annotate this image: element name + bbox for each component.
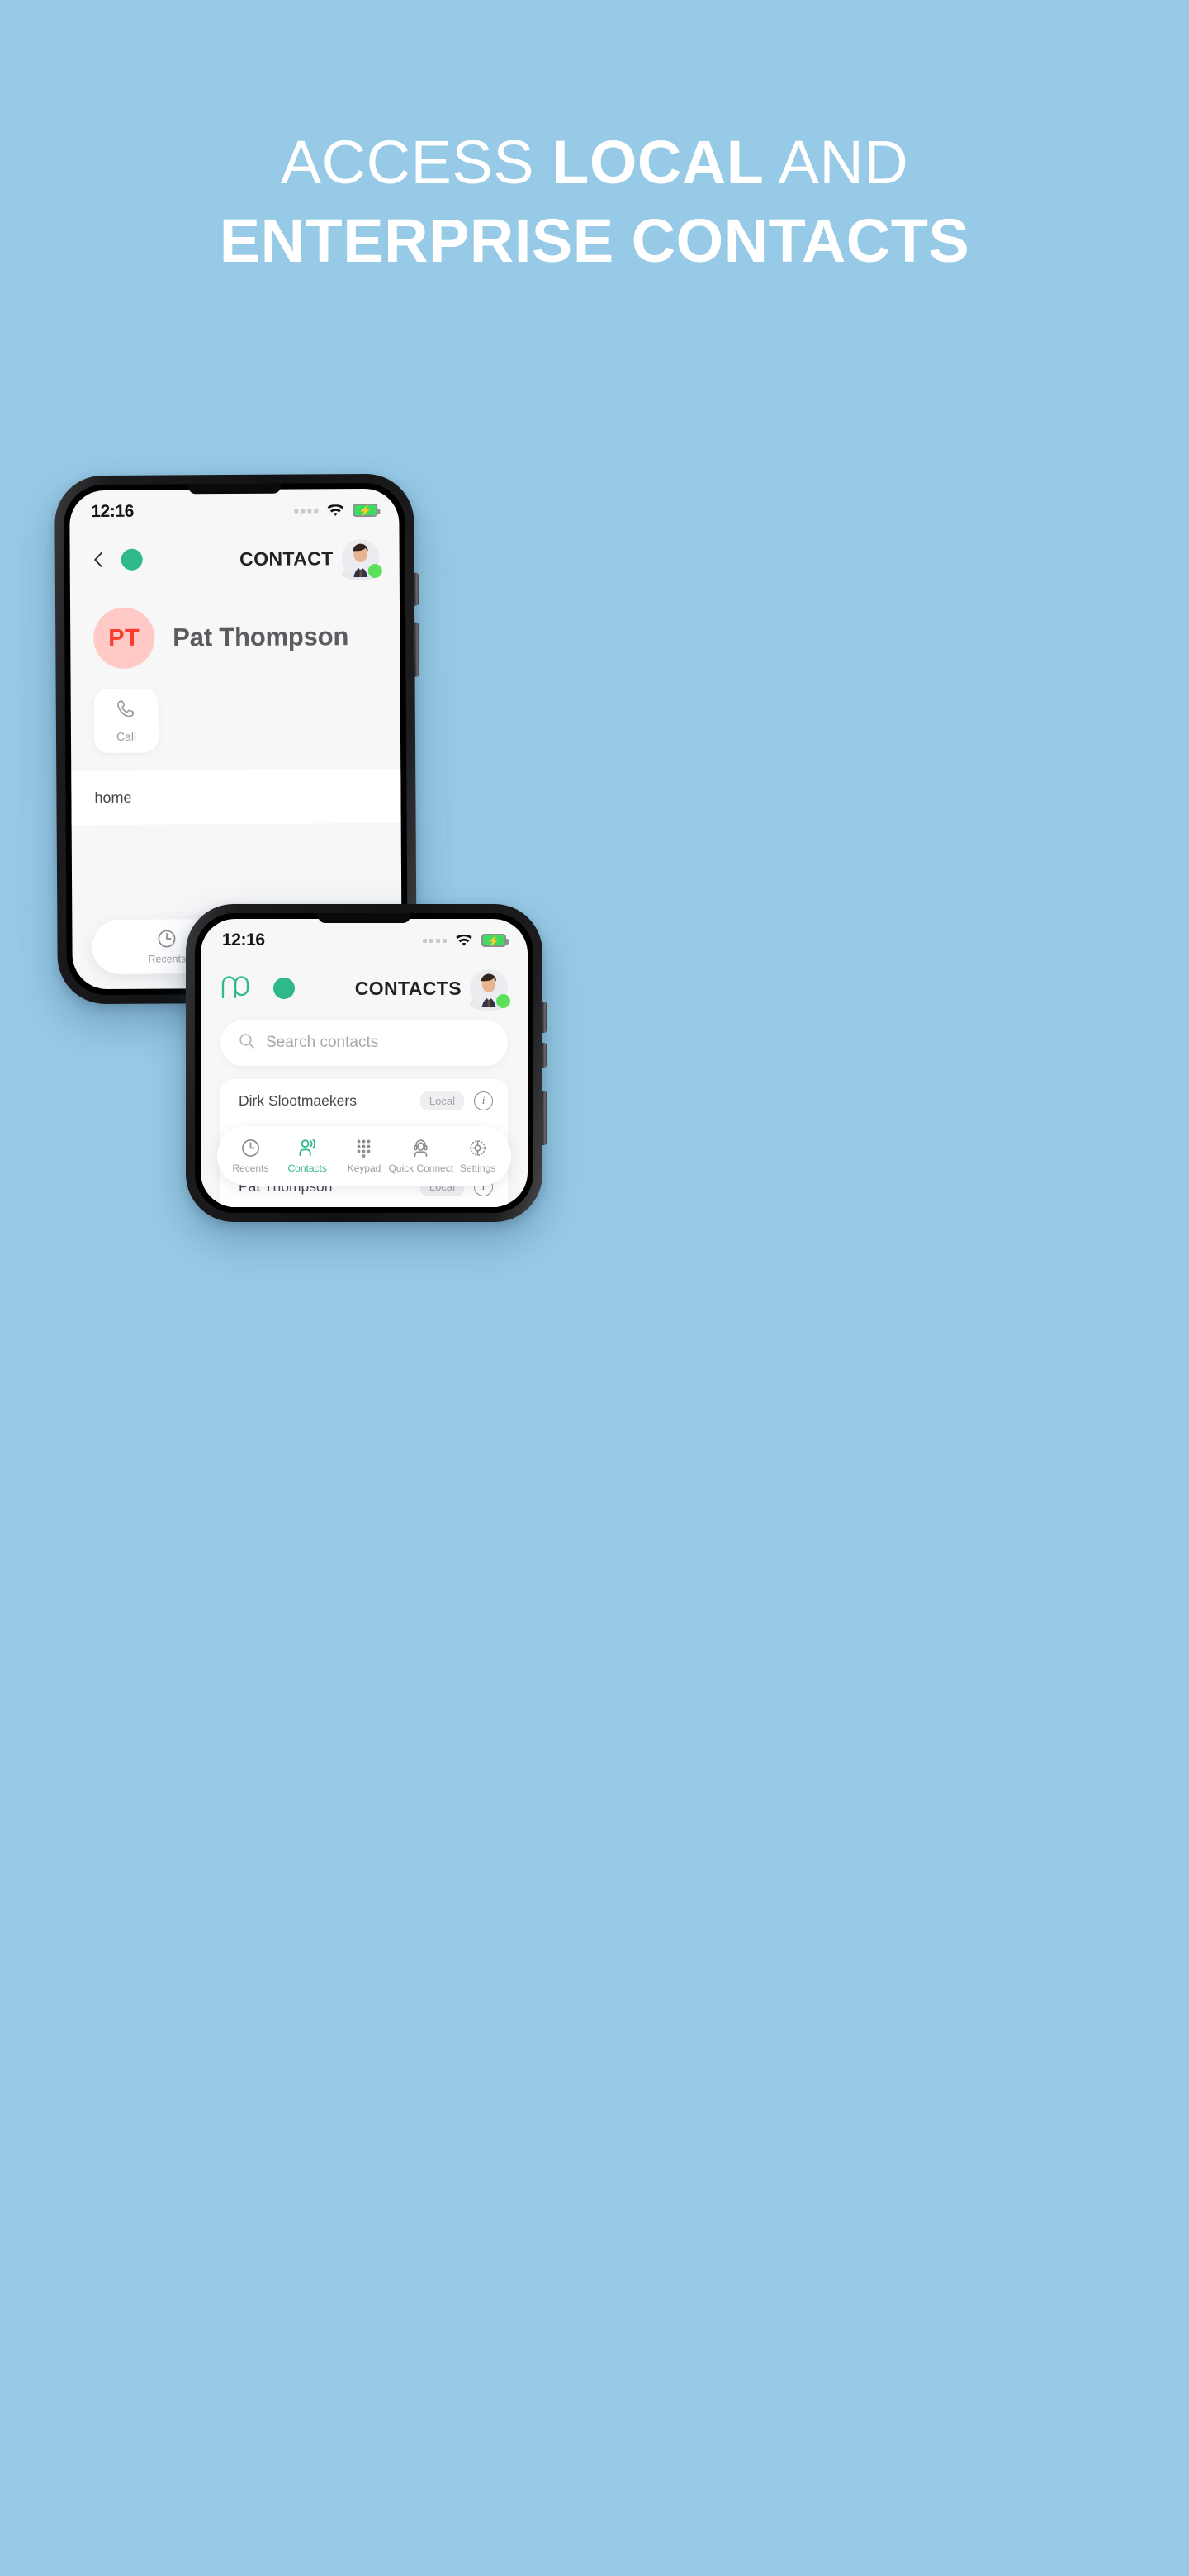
headline-line-2: ENTERPRISE CONTACTS	[219, 206, 970, 275]
chevron-left-icon[interactable]	[90, 551, 108, 569]
presence-badge-icon	[367, 563, 382, 579]
status-bar: 12:16 ⚡	[69, 489, 399, 533]
search-icon	[239, 1033, 255, 1054]
contact-initials-avatar: PT	[93, 607, 155, 670]
contact-hero: PT Pat Thompson	[70, 585, 400, 677]
nav-label-contacts: Contacts	[287, 1163, 327, 1174]
page-title: CONTACT	[239, 547, 334, 570]
phone-side-button[interactable]	[414, 572, 419, 606]
headset-person-icon	[410, 1138, 431, 1158]
call-button-label: Call	[116, 729, 137, 743]
contacts-list-screen: 12:16 ⚡ CONTACTS Search contacts Dirk Sl…	[201, 919, 528, 1207]
phone-side-button[interactable]	[542, 1002, 547, 1033]
contact-detail-row[interactable]: home	[71, 769, 401, 826]
battery-charging-icon: ⚡	[481, 934, 509, 947]
clock-icon	[157, 928, 178, 949]
status-clock: 12:16	[91, 501, 135, 522]
info-icon[interactable]: i	[474, 1091, 493, 1110]
app-header: CONTACTS	[201, 962, 528, 1015]
status-icons: ⚡	[294, 503, 378, 518]
page-title: CONTACTS	[354, 977, 462, 999]
status-badge: Local	[419, 1091, 464, 1110]
signal-dots-icon	[294, 508, 319, 514]
headline-word-and: AND	[764, 128, 909, 197]
phone-call-icon	[116, 698, 137, 724]
headline-line-1: ACCESS LOCAL AND	[0, 124, 1189, 202]
wifi-icon	[327, 504, 343, 517]
presence-badge-icon	[496, 994, 510, 1008]
contacts-icon	[297, 1138, 318, 1158]
page-headline: ACCESS LOCAL AND ENTERPRISE CONTACTS	[0, 124, 1189, 280]
clock-icon	[240, 1138, 261, 1158]
nav-label-recents: Recents	[232, 1163, 269, 1174]
phone-mockup-front: 12:16 ⚡ CONTACTS Search contacts Dirk Sl…	[186, 904, 547, 1222]
search-input[interactable]: Search contacts	[266, 1034, 378, 1052]
nav-label-recents: Recents	[148, 953, 187, 965]
contact-detail-label: home	[94, 788, 132, 807]
phone-power-button[interactable]	[542, 1043, 547, 1068]
phone-bezel: 12:16 ⚡ CONTACTS Search contacts Dirk Sl…	[195, 913, 533, 1213]
nav-label-quick-connect: Quick Connect	[388, 1163, 454, 1174]
presence-dot-icon	[121, 548, 143, 571]
phone-volume-button[interactable]	[414, 622, 419, 677]
nav-item-keypad[interactable]: Keypad	[336, 1138, 393, 1174]
nav-label-keypad: Keypad	[347, 1163, 381, 1174]
nav-item-contacts[interactable]: Contacts	[279, 1138, 336, 1174]
wifi-icon	[456, 934, 472, 947]
app-header: CONTACT	[69, 532, 399, 586]
nav-label-settings: Settings	[459, 1163, 496, 1174]
nav-item-settings[interactable]: Settings	[449, 1138, 506, 1174]
search-bar[interactable]: Search contacts	[220, 1020, 508, 1066]
nav-item-recents[interactable]: Recents	[222, 1138, 279, 1174]
contact-actions: Call	[71, 675, 401, 754]
contact-name: Pat Thompson	[173, 622, 349, 652]
battery-charging-icon: ⚡	[353, 503, 378, 518]
table-row[interactable]: Dirk Slootmaekers Local i	[220, 1079, 508, 1122]
phone-volume-button[interactable]	[542, 1091, 547, 1145]
call-button[interactable]: Call	[93, 688, 159, 754]
headline-word-local: LOCAL	[552, 128, 765, 197]
signal-dots-icon	[423, 938, 447, 943]
status-icons: ⚡	[423, 934, 509, 947]
status-bar: 12:16 ⚡	[201, 919, 528, 962]
contact-name: Dirk Slootmaekers	[239, 1091, 357, 1109]
avatar[interactable]	[341, 539, 382, 581]
presence-dot-icon	[273, 978, 295, 999]
status-clock: 12:16	[222, 930, 265, 949]
keypad-icon	[353, 1138, 374, 1158]
mc-logo-icon	[220, 974, 257, 1003]
avatar[interactable]	[470, 969, 510, 1011]
nav-item-quick-connect[interactable]: Quick Connect	[388, 1138, 453, 1174]
headline-word-access: ACCESS	[280, 128, 552, 197]
bottom-navigation: Recents Contacts	[217, 1126, 511, 1186]
phone-notch-icon	[318, 913, 410, 923]
gear-icon	[467, 1138, 488, 1158]
phone-notch-icon	[187, 483, 281, 495]
